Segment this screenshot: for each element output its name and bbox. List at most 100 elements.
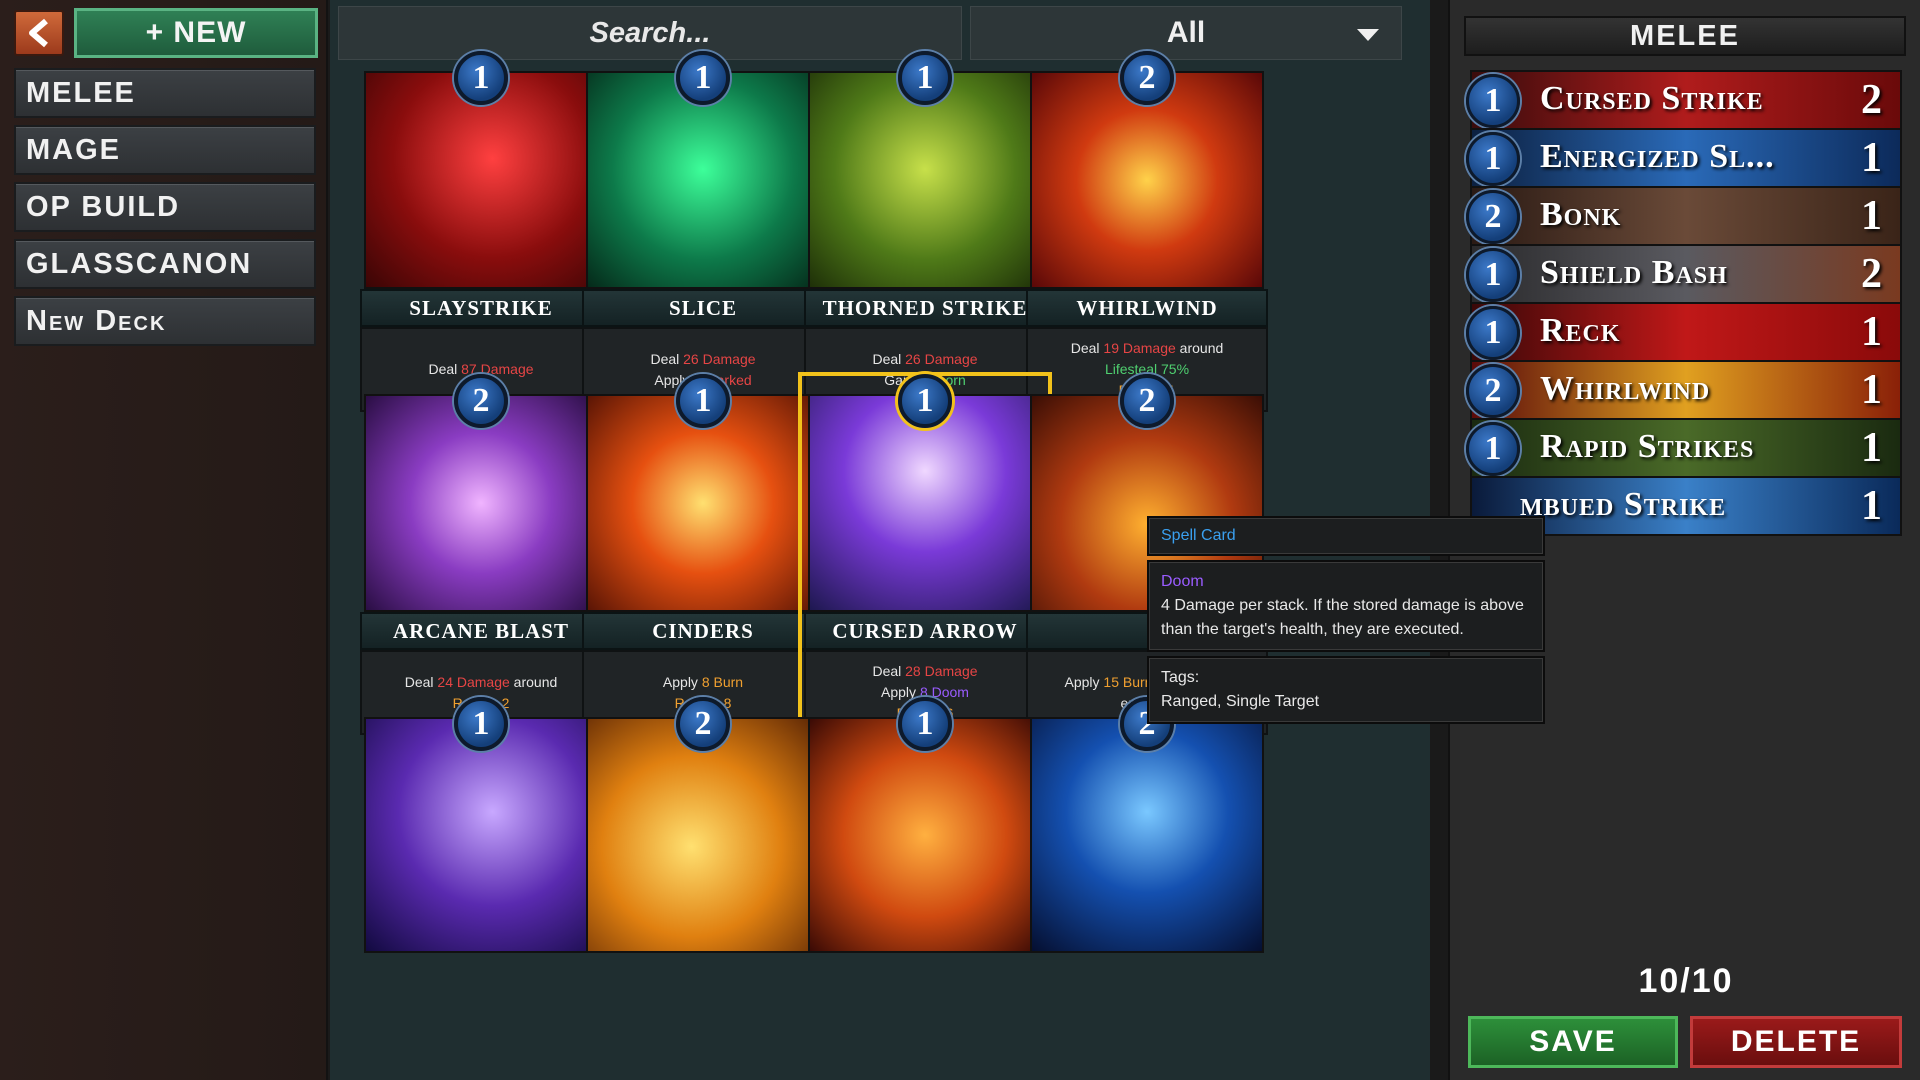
card-description-text: Deal [650,350,684,367]
card-description-text: 26 Damage [905,350,978,367]
card-tile[interactable]: 1 SLICE Deal 26 Damage Apply 5 Marked [582,51,824,412]
card-description-text: Deal [404,673,438,690]
card-description-text: 15 Burn [1103,673,1153,690]
deck-item-op-build[interactable]: OP BUILD [14,182,316,232]
deck-item-mage[interactable]: MAGE [14,125,316,175]
deck-card-quantity: 1 [1861,135,1882,181]
deck-card-cost: 2 [1466,190,1520,244]
tooltip-tags-section: Tags: Ranged, Single Target [1147,656,1545,724]
deck-card-row[interactable]: 1 Cursed Strike 2 [1466,70,1902,130]
card-name: WHIRLWIND [1026,289,1268,327]
deck-card-name: Whirlwind [1540,370,1711,407]
card-description-text: around [1175,340,1224,356]
card-cost-badge: 1 [454,51,508,105]
card-description-text: 26 Damage [683,350,756,367]
card-description-text: 8 Burn [701,673,744,690]
deck-card-cost: 1 [1466,248,1520,302]
deck-card-row[interactable]: 1 Energized Sl... 1 [1466,128,1902,188]
back-button[interactable] [14,10,64,56]
deck-card-cost: 1 [1466,132,1520,186]
delete-button[interactable]: DELETE [1690,1016,1902,1068]
card-description-line: Deal 24 Damage around [405,672,558,693]
card-art [364,717,598,953]
tooltip-keyword: Doom [1161,573,1204,590]
deck-card-cost: 1 [1466,74,1520,128]
deck-item-new-deck[interactable]: New Deck [14,296,316,346]
caret-down-icon [1357,29,1379,41]
tooltip-keyword-section: Doom 4 Damage per stack. If the stored d… [1147,560,1545,652]
card-tile[interactable]: 1 SLAYSTRIKE Deal 87 Damage [360,51,602,412]
deck-count: 10/10 [1638,962,1734,1000]
card-description-text: Apply [662,673,702,690]
card-tooltip: Spell Card Doom 4 Damage per stack. If t… [1147,516,1545,728]
card-description-text: Apply [1064,673,1104,690]
deck-card-row[interactable]: 2 Whirlwind 1 [1466,360,1902,420]
card-description-line: Apply 8 Burn [663,672,743,693]
card-cost-badge: 2 [454,374,508,428]
card-art [808,717,1042,953]
new-deck-button[interactable]: + NEW [74,8,318,58]
deck-item-glasscanon[interactable]: GLASSCANON [14,239,316,289]
deck-card-quantity: 1 [1861,367,1882,413]
deck-card-quantity: 1 [1861,425,1882,471]
deck-card-name: Cursed Strike [1540,80,1764,117]
card-tile[interactable]: 2 WHIRLWIND Deal 19 Damage around Lifesteal… [1026,51,1268,412]
deck-card-quantity: 2 [1861,251,1882,297]
filter-dropdown[interactable]: All [970,6,1402,60]
card-cost-badge: 1 [898,51,952,105]
card-cost-badge: 1 [676,51,730,105]
card-tile[interactable]: 2 [1026,697,1268,1058]
card-description-text: Deal [872,350,906,367]
deck-item-melee[interactable]: MELEE [14,68,316,118]
deck-title: MELEE [1464,16,1906,56]
card-name: ARCANE BLAST [360,612,602,650]
card-description-text: 24 Damage [437,673,510,690]
chevron-left-icon [29,18,48,48]
card-description-line: Deal 26 Damage [650,349,755,370]
tooltip-tags: Ranged, Single Target [1161,693,1320,710]
card-description-text: around [509,673,558,690]
card-tile[interactable]: 1 [804,697,1046,1058]
card-description-text: Apply [881,684,920,700]
deck-card-row[interactable]: 1 Rapid Strikes 1 [1466,418,1902,478]
card-name: SLICE [582,289,824,327]
deck-list-panel: + NEW MELEE MAGE OP BUILD GLASSCANON New… [0,0,328,1080]
search-input[interactable] [338,6,962,60]
card-art [586,717,820,953]
card-cost-badge: 1 [898,697,952,751]
card-description-text: Deal [428,361,462,377]
card-art [1030,717,1264,953]
deck-card-quantity: 2 [1861,77,1882,123]
card-description-text: Deal [1070,340,1104,356]
tooltip-type: Spell Card [1147,516,1545,556]
deck-card-row[interactable]: 1 Reck 1 [1466,302,1902,362]
deck-card-name: Shield Bash [1540,254,1728,291]
deck-card-quantity: 1 [1861,309,1882,355]
card-description-line: Deal 28 Damage [872,661,977,682]
card-cost-badge: 1 [454,697,508,751]
card-cost-badge: 1 [676,374,730,428]
save-button[interactable]: SAVE [1468,1016,1678,1068]
deck-card-name: mbued Strike [1520,486,1727,523]
card-name: THORNED STRIKE [804,289,1046,327]
card-tile[interactable]: 1 [360,697,602,1058]
card-tile[interactable]: 1THORNED STRIKEDeal 26 DamageGain 3 Thor… [804,51,1046,412]
card-name: CINDERS [582,612,824,650]
deck-card-quantity: 1 [1861,193,1882,239]
tooltip-tags-label: Tags: [1161,669,1200,686]
card-description-text: 28 Damage [905,663,978,679]
card-tile[interactable]: 2ARCANE BLASTDeal 24 Damage aroundRange:… [360,374,602,735]
card-tile[interactable]: 1CINDERSApply 8 BurnRange: 8 [582,374,824,735]
card-cost-badge: 2 [1120,374,1174,428]
filter-selected: All [1166,16,1206,49]
card-description-text: 19 Damage [1103,340,1176,356]
deck-card-row[interactable]: 2 Bonk 1 [1466,186,1902,246]
deck-card-row[interactable]: 1 Shield Bash 2 [1466,244,1902,304]
card-cost-badge: 2 [676,697,730,751]
deck-list: MELEE MAGE OP BUILD GLASSCANON New Deck [14,68,316,353]
card-description-text: Deal [872,663,906,679]
card-tile[interactable]: 1CURSED ARROWDeal 28 DamageApply 8 DoomR… [798,372,1052,741]
deck-card-name: Reck [1540,312,1621,349]
deck-card-name: Rapid Strikes [1540,428,1755,465]
card-tile[interactable]: 2 [582,697,824,1058]
